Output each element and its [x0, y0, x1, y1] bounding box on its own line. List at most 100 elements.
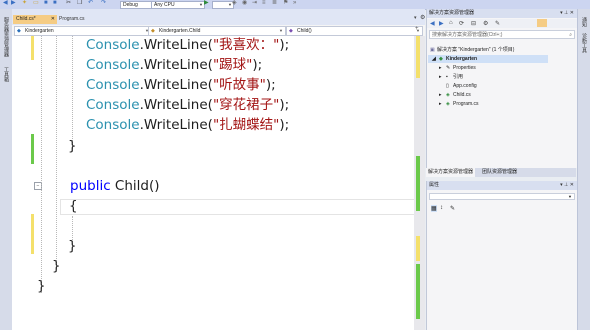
- explorer-tab-strip: 解决方案资源管理器 团队资源管理器: [426, 168, 576, 177]
- collapsed-arrow-icon: ▸: [439, 92, 442, 98]
- forward-arrow-icon[interactable]: ▶: [11, 0, 16, 7]
- forward-icon[interactable]: ▶: [439, 20, 444, 27]
- back-icon[interactable]: ◀: [430, 20, 435, 27]
- scroll-change-marker: [416, 156, 420, 211]
- code-line[interactable]: Console.WriteLine("踢球");: [86, 57, 262, 74]
- solution-icon: ▣: [430, 47, 435, 53]
- tab-label: Child.cs*: [16, 16, 36, 22]
- tab-child-cs[interactable]: Child.cs* ✕: [13, 15, 57, 24]
- class-dropdown[interactable]: ◆ Kindergarten.Child ▼: [148, 26, 286, 36]
- code-line[interactable]: Console.WriteLine("我喜欢：");: [86, 37, 289, 54]
- collapsed-arrow-icon: ▸: [439, 74, 442, 80]
- code-line[interactable]: }: [52, 258, 61, 275]
- search-icon: ⌕: [569, 32, 572, 38]
- tab-list-dropdown-icon[interactable]: ▾: [414, 15, 417, 21]
- collapse-all-icon[interactable]: ⊟: [471, 20, 476, 27]
- collapsed-arrow-icon: ▸: [439, 101, 442, 107]
- new-project-icon[interactable]: ✦: [22, 0, 27, 7]
- tree-item-solution[interactable]: ▣ 解决方案 "Kindergarten" (1 个项目): [430, 47, 514, 54]
- close-icon[interactable]: ✕: [51, 15, 55, 24]
- pin-icon[interactable]: ▾ ⊥ ✕: [560, 9, 574, 18]
- uncomment-icon[interactable]: ≣: [272, 0, 277, 7]
- bookmark-icon[interactable]: ⚑: [283, 0, 288, 7]
- tree-label: 解决方案 "Kindergarten" (1 个项目): [437, 47, 515, 53]
- tree-label: Child.cs: [453, 92, 471, 98]
- code-line[interactable]: public Child(): [70, 178, 160, 195]
- class-dropdown-label: Kindergarten.Child: [159, 28, 201, 34]
- chevron-down-icon: ▼: [199, 2, 203, 7]
- property-pages-icon[interactable]: ✎: [450, 205, 455, 212]
- home-icon[interactable]: ⌂: [449, 20, 453, 26]
- wrench-icon: ✎: [446, 65, 451, 71]
- play-icon[interactable]: ▶: [204, 0, 209, 7]
- properties-panel: 属性 ▾ ⊥ ✕ ▼ ▦ ↕ ✎: [426, 181, 577, 330]
- code-line[interactable]: Console.WriteLine("穿花裙子");: [86, 97, 289, 114]
- start-dropdown[interactable]: ▼: [212, 1, 234, 9]
- tree-label: Program.cs: [453, 101, 479, 107]
- breakpoint-icon[interactable]: ◉: [242, 0, 247, 7]
- tab-team-explorer[interactable]: 团队资源管理器: [480, 168, 519, 177]
- server-explorer-tab[interactable]: 服务器资源管理器: [3, 17, 10, 57]
- indent-guide: [41, 36, 42, 293]
- solution-search-input[interactable]: 搜索解决方案资源管理器(Ctrl+;) ⌕: [429, 30, 575, 39]
- undo-icon[interactable]: ↶: [88, 0, 93, 7]
- pin-icon[interactable]: ▾ ⊥ ✕: [560, 181, 574, 190]
- categorized-icon[interactable]: ▦: [431, 205, 437, 212]
- sync-icon[interactable]: ⟳: [459, 20, 464, 27]
- toolbox-tab[interactable]: 工具箱: [3, 67, 10, 82]
- project-dropdown-label: Kindergarten: [25, 28, 54, 34]
- cut-icon[interactable]: ✂: [66, 0, 71, 7]
- wrench-icon[interactable]: ✎: [495, 20, 500, 27]
- tree-item-app-config[interactable]: ▯ App.config: [446, 83, 477, 90]
- notifications-tab[interactable]: 通知: [581, 17, 588, 27]
- save-icon[interactable]: ■: [44, 0, 48, 7]
- save-all-icon[interactable]: ■: [53, 0, 57, 7]
- copy-icon[interactable]: ❐: [77, 0, 82, 7]
- collapsed-arrow-icon: ▸: [439, 65, 442, 71]
- code-line[interactable]: }: [37, 278, 46, 295]
- tree-item-program-cs[interactable]: ▸ ◈ Program.cs: [439, 101, 479, 108]
- code-line[interactable]: Console.WriteLine("扎蝴蝶结");: [86, 117, 289, 134]
- tree-item-project[interactable]: ◢ ◈ Kindergarten: [432, 56, 477, 63]
- code-line[interactable]: {: [69, 198, 78, 215]
- tree-item-properties[interactable]: ▸ ✎ Properties: [439, 65, 476, 72]
- properties-icon[interactable]: ⚙: [483, 20, 488, 27]
- object-selector[interactable]: ▼: [429, 193, 575, 200]
- tab-solution-explorer[interactable]: 解决方案资源管理器: [426, 168, 476, 177]
- back-arrow-icon[interactable]: ◀: [3, 0, 8, 7]
- redo-icon[interactable]: ↷: [101, 0, 106, 7]
- member-dropdown-label: Child(): [297, 28, 312, 34]
- chevron-down-icon: ▼: [568, 194, 572, 199]
- tree-label: 引用: [453, 74, 464, 80]
- comment-icon[interactable]: ≡: [262, 0, 266, 7]
- tree-label: App.config: [453, 83, 477, 89]
- step-icon[interactable]: ⇥: [252, 0, 257, 7]
- open-folder-icon[interactable]: ▭: [33, 0, 39, 7]
- scroll-change-marker: [416, 264, 420, 319]
- attach-icon[interactable]: ◈: [232, 0, 237, 7]
- active-toggle-button[interactable]: [537, 19, 547, 27]
- tab-program-cs[interactable]: Program.cs: [56, 15, 102, 24]
- code-line[interactable]: Console.WriteLine("听故事");: [86, 77, 276, 94]
- scroll-change-marker: [416, 236, 420, 261]
- solution-explorer-title: 解决方案资源管理器 ▾ ⊥ ✕: [427, 9, 577, 18]
- tree-item-references[interactable]: ▸ ▪ 引用: [439, 74, 463, 81]
- project-dropdown[interactable]: ◆ Kindergarten ▼: [14, 26, 152, 36]
- csharp-file-icon: ◈: [446, 101, 450, 107]
- editor-scrollbar[interactable]: [414, 36, 425, 330]
- csharp-project-icon: ◈: [439, 56, 443, 62]
- tree-item-child-cs[interactable]: ▸ ◈ Child.cs: [439, 92, 471, 99]
- scroll-change-marker: [416, 36, 420, 78]
- member-dropdown[interactable]: ◆ Child() ▼: [286, 26, 423, 36]
- alphabetical-icon[interactable]: ↕: [440, 205, 443, 211]
- platform-select[interactable]: Any CPU ▼: [151, 1, 205, 9]
- diagnostics-tab[interactable]: 诊断工具: [581, 33, 588, 53]
- expanded-arrow-icon: ◢: [432, 56, 436, 62]
- editor-gutter: [12, 36, 34, 330]
- settings-gear-icon[interactable]: ⚙: [420, 14, 425, 21]
- class-icon: ◆: [151, 28, 155, 34]
- code-line[interactable]: }: [68, 138, 77, 155]
- code-line[interactable]: }: [68, 238, 77, 255]
- more-icon[interactable]: »: [293, 0, 296, 7]
- split-editor-icon[interactable]: +: [415, 26, 419, 32]
